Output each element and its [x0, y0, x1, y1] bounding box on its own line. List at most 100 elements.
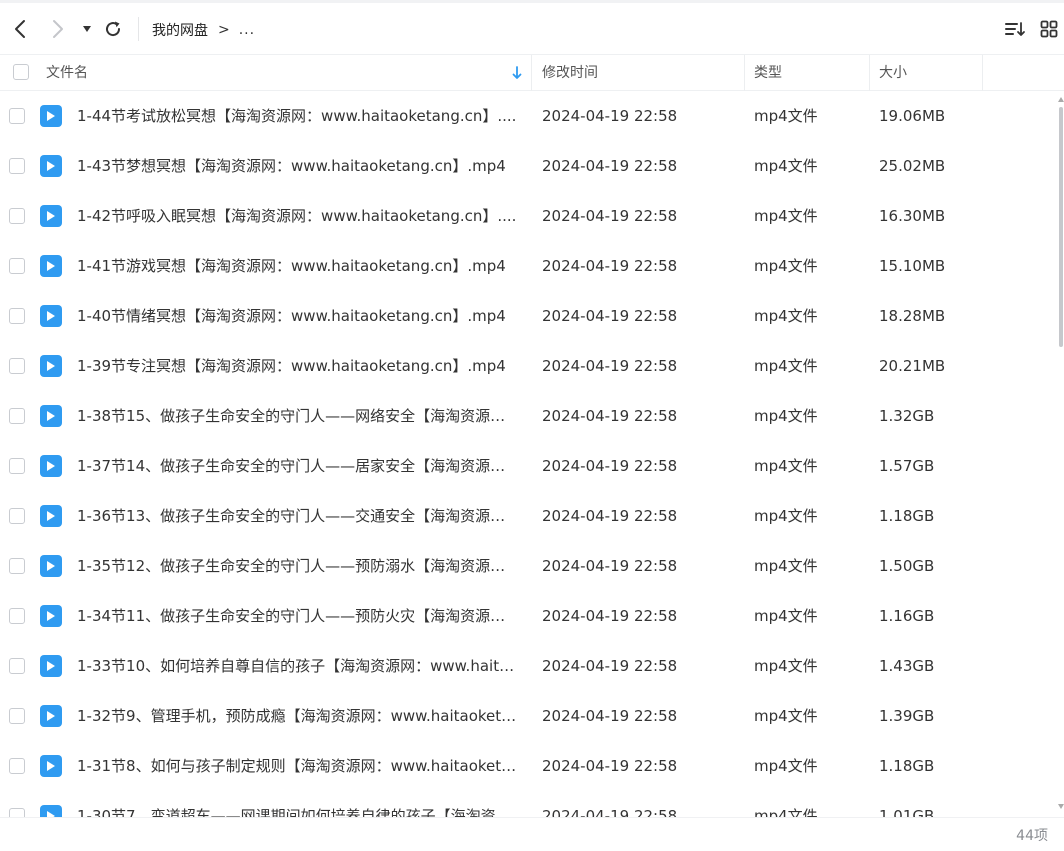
file-name[interactable]: 1-34节11、做孩子生命安全的守门人——预防火灾【海淘资源网...	[77, 591, 519, 641]
file-modified: 2024-04-19 22:58	[542, 557, 678, 575]
file-modified: 2024-04-19 22:58	[542, 757, 678, 775]
row-checkbox[interactable]	[9, 208, 25, 224]
row-checkbox[interactable]	[9, 258, 25, 274]
file-name[interactable]: 1-31节8、如何与孩子制定规则【海淘资源网：www.haitaoketa...	[77, 741, 519, 791]
column-divider[interactable]	[982, 55, 983, 91]
video-file-icon	[40, 605, 62, 627]
file-size: 1.18GB	[879, 507, 935, 525]
file-type: mp4文件	[754, 807, 818, 817]
row-checkbox[interactable]	[9, 308, 25, 324]
file-name[interactable]: 1-43节梦想冥想【海淘资源网：www.haitaoketang.cn】.mp4	[77, 141, 519, 191]
file-row[interactable]: 1-33节10、如何培养自尊自信的孩子【海淘资源网：www.haita... 2…	[0, 641, 1058, 691]
sort-button[interactable]	[1003, 15, 1027, 43]
file-name[interactable]: 1-35节12、做孩子生命安全的守门人——预防溺水【海淘资源网...	[77, 541, 519, 591]
column-divider[interactable]	[869, 55, 870, 91]
row-checkbox[interactable]	[9, 508, 25, 524]
row-checkbox[interactable]	[9, 358, 25, 374]
file-row[interactable]: 1-39节专注冥想【海淘资源网：www.haitaoketang.cn】.mp4…	[0, 341, 1058, 391]
row-checkbox[interactable]	[9, 758, 25, 774]
video-file-icon	[40, 355, 62, 377]
column-type-header[interactable]: 类型	[754, 55, 782, 91]
row-checkbox[interactable]	[9, 608, 25, 624]
sort-arrow-icon[interactable]	[512, 55, 522, 91]
file-name[interactable]: 1-42节呼吸入眠冥想【海淘资源网：www.haitaoketang.cn】..…	[77, 191, 519, 241]
file-name[interactable]: 1-36节13、做孩子生命安全的守门人——交通安全【海淘资源网...	[77, 491, 519, 541]
file-name[interactable]: 1-30节7、变道超车——网课期间如何培养自律的孩子【海淘资...	[77, 791, 519, 817]
file-name[interactable]: 1-41节游戏冥想【海淘资源网：www.haitaoketang.cn】.mp4	[77, 241, 519, 291]
breadcrumb-more[interactable]: ...	[239, 22, 255, 38]
column-name-header[interactable]: 文件名	[46, 55, 88, 91]
file-type: mp4文件	[754, 657, 818, 675]
file-row[interactable]: 1-44节考试放松冥想【海淘资源网：www.haitaoketang.cn】..…	[0, 91, 1058, 141]
file-row[interactable]: 1-32节9、管理手机，预防成瘾【海淘资源网：www.haitaoketa...…	[0, 691, 1058, 741]
breadcrumb-root[interactable]: 我的网盘	[152, 20, 208, 40]
forward-button[interactable]	[46, 15, 70, 43]
column-modified-header[interactable]: 修改时间	[542, 55, 598, 91]
file-row[interactable]: 1-31节8、如何与孩子制定规则【海淘资源网：www.haitaoketa...…	[0, 741, 1058, 791]
file-name[interactable]: 1-37节14、做孩子生命安全的守门人——居家安全【海淘资源网...	[77, 441, 519, 491]
row-checkbox[interactable]	[9, 458, 25, 474]
back-button[interactable]	[8, 15, 32, 43]
file-modified: 2024-04-19 22:58	[542, 457, 678, 475]
sort-list-icon	[1005, 22, 1025, 36]
file-size: 19.06MB	[879, 107, 946, 125]
file-modified: 2024-04-19 22:58	[542, 307, 678, 325]
file-row[interactable]: 1-35节12、做孩子生命安全的守门人——预防溺水【海淘资源网... 2024-…	[0, 541, 1058, 591]
select-all-checkbox[interactable]	[13, 64, 29, 80]
history-dropdown-button[interactable]	[80, 15, 94, 43]
file-modified: 2024-04-19 22:58	[542, 707, 678, 725]
file-size: 1.32GB	[879, 407, 935, 425]
row-checkbox[interactable]	[9, 658, 25, 674]
file-row[interactable]: 1-41节游戏冥想【海淘资源网：www.haitaoketang.cn】.mp4…	[0, 241, 1058, 291]
row-checkbox[interactable]	[9, 808, 25, 817]
column-size-header[interactable]: 大小	[879, 55, 907, 91]
file-list: 1-44节考试放松冥想【海淘资源网：www.haitaoketang.cn】..…	[0, 91, 1058, 817]
file-size: 20.21MB	[879, 357, 946, 375]
file-name[interactable]: 1-32节9、管理手机，预防成瘾【海淘资源网：www.haitaoketa...	[77, 691, 519, 741]
row-checkbox[interactable]	[9, 408, 25, 424]
file-modified: 2024-04-19 22:58	[542, 507, 678, 525]
file-size: 1.57GB	[879, 457, 935, 475]
file-type: mp4文件	[754, 257, 818, 275]
video-file-icon	[40, 305, 62, 327]
file-type: mp4文件	[754, 307, 818, 325]
file-name[interactable]: 1-39节专注冥想【海淘资源网：www.haitaoketang.cn】.mp4	[77, 341, 519, 391]
scrollbar-thumb[interactable]	[1059, 107, 1063, 347]
row-checkbox[interactable]	[9, 708, 25, 724]
row-checkbox[interactable]	[9, 108, 25, 124]
video-file-icon	[40, 705, 62, 727]
vertical-scrollbar[interactable]	[1058, 97, 1064, 809]
row-checkbox[interactable]	[9, 158, 25, 174]
file-row[interactable]: 1-38节15、做孩子生命安全的守门人——网络安全【海淘资源网... 2024-…	[0, 391, 1058, 441]
scroll-up-arrow[interactable]	[1058, 97, 1064, 102]
file-type: mp4文件	[754, 707, 818, 725]
file-row[interactable]: 1-37节14、做孩子生命安全的守门人——居家安全【海淘资源网... 2024-…	[0, 441, 1058, 491]
file-modified: 2024-04-19 22:58	[542, 107, 678, 125]
file-name[interactable]: 1-40节情绪冥想【海淘资源网：www.haitaoketang.cn】.mp4	[77, 291, 519, 341]
row-checkbox[interactable]	[9, 558, 25, 574]
file-row[interactable]: 1-40节情绪冥想【海淘资源网：www.haitaoketang.cn】.mp4…	[0, 291, 1058, 341]
file-row[interactable]: 1-36节13、做孩子生命安全的守门人——交通安全【海淘资源网... 2024-…	[0, 491, 1058, 541]
column-divider[interactable]	[744, 55, 745, 91]
file-type: mp4文件	[754, 757, 818, 775]
scroll-down-arrow[interactable]	[1058, 804, 1064, 809]
file-row[interactable]: 1-30节7、变道超车——网课期间如何培养自律的孩子【海淘资... 2024-0…	[0, 791, 1058, 817]
file-type: mp4文件	[754, 157, 818, 175]
status-bar: 44项	[0, 817, 1064, 851]
video-file-icon	[40, 455, 62, 477]
chevron-left-icon	[15, 20, 25, 38]
file-row[interactable]: 1-42节呼吸入眠冥想【海淘资源网：www.haitaoketang.cn】..…	[0, 191, 1058, 241]
file-row[interactable]: 1-34节11、做孩子生命安全的守门人——预防火灾【海淘资源网... 2024-…	[0, 591, 1058, 641]
video-file-icon	[40, 405, 62, 427]
grid-view-button[interactable]	[1038, 15, 1060, 43]
column-divider[interactable]	[531, 55, 532, 91]
breadcrumb-separator: >	[218, 22, 230, 38]
file-row[interactable]: 1-43节梦想冥想【海淘资源网：www.haitaoketang.cn】.mp4…	[0, 141, 1058, 191]
file-type: mp4文件	[754, 107, 818, 125]
file-name[interactable]: 1-44节考试放松冥想【海淘资源网：www.haitaoketang.cn】..…	[77, 91, 519, 141]
video-file-icon	[40, 555, 62, 577]
refresh-button[interactable]	[102, 15, 124, 43]
video-file-icon	[40, 505, 62, 527]
file-name[interactable]: 1-33节10、如何培养自尊自信的孩子【海淘资源网：www.haita...	[77, 641, 519, 691]
file-name[interactable]: 1-38节15、做孩子生命安全的守门人——网络安全【海淘资源网...	[77, 391, 519, 441]
